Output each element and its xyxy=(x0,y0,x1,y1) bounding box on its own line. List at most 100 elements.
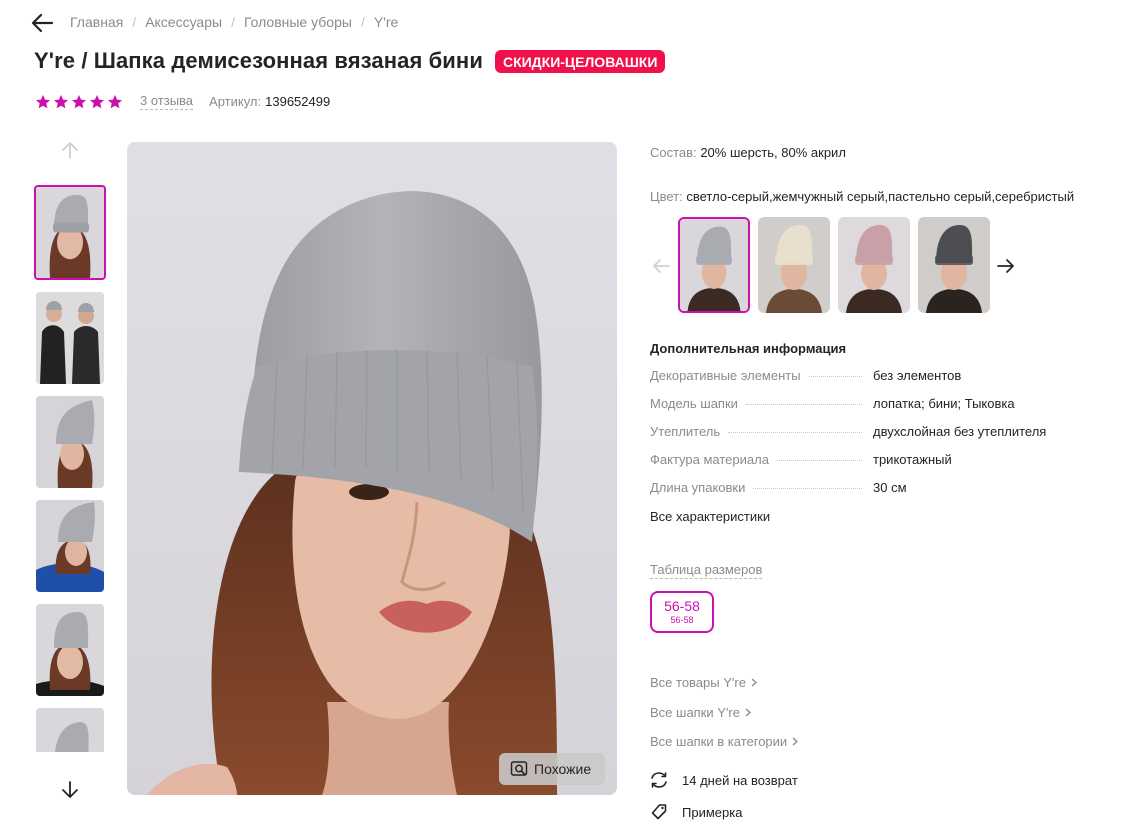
spec-key: Утеплитель xyxy=(650,424,721,439)
color-swatch-dark-grey[interactable] xyxy=(918,217,990,313)
product-photo-image xyxy=(127,142,617,795)
size-table-link[interactable]: Таблица размеров xyxy=(650,562,763,579)
star-icon xyxy=(36,94,50,108)
chevron-right-icon xyxy=(751,678,757,687)
spec-key: Модель шапки xyxy=(650,396,738,411)
star-icon xyxy=(54,94,68,108)
page-title: Y're / Шапка демисезонная вязаная бини xyxy=(34,48,483,73)
return-policy-label: 14 дней на возврат xyxy=(682,772,798,788)
rating-row: 3 отзыва Артикул: 139652499 xyxy=(35,93,330,110)
breadcrumb-item-headwear[interactable]: Головные уборы xyxy=(244,14,352,30)
composition: Состав: 20% шерсть, 80% акрил xyxy=(650,145,846,160)
thumbnail-image xyxy=(36,187,104,278)
thumbnail-2[interactable] xyxy=(36,292,104,384)
title-row: Y're / Шапка демисезонная вязаная бини С… xyxy=(34,48,666,74)
swatch-image xyxy=(838,217,910,313)
link-label: Все шапки Y're xyxy=(650,704,740,720)
dotted-leader xyxy=(808,376,862,377)
thumbnail-6[interactable] xyxy=(36,708,104,752)
color-info: Цвет: светло-серый,жемчужный серый,пасте… xyxy=(650,189,1074,204)
swatch-image xyxy=(680,219,748,311)
thumbnail-5[interactable] xyxy=(36,604,104,696)
dotted-leader xyxy=(728,432,862,433)
color-swatch-light-grey[interactable] xyxy=(678,217,750,313)
dotted-leader xyxy=(745,404,862,405)
all-specs-link[interactable]: Все характеристики xyxy=(650,509,770,524)
article-number: 139652499 xyxy=(265,94,331,109)
rating-stars xyxy=(35,94,123,110)
thumbnail-1[interactable] xyxy=(34,185,106,280)
thumbnail-image xyxy=(36,292,104,384)
star-icon xyxy=(108,94,122,108)
breadcrumb-separator: / xyxy=(360,14,365,30)
dotted-leader xyxy=(753,488,862,489)
size-option-selected[interactable]: 56-58 56-58 xyxy=(650,591,714,633)
chevron-right-icon xyxy=(792,737,799,746)
breadcrumb-separator: / xyxy=(132,14,137,30)
refresh-icon xyxy=(651,772,667,788)
return-policy: 14 дней на возврат xyxy=(650,771,798,789)
all-brand-hats-link[interactable]: Все шапки Y're xyxy=(650,698,798,728)
link-label: Все шапки в категории xyxy=(650,734,788,750)
thumbnail-image xyxy=(36,604,104,696)
thumbnail-list xyxy=(34,185,106,752)
spec-key: Декоративные элементы xyxy=(650,368,801,383)
spec-value: 30 см xyxy=(873,480,907,495)
size-ru-value: 56-58 xyxy=(670,615,694,625)
thumbnail-image xyxy=(36,708,104,752)
similar-button-label: Похожие xyxy=(534,761,592,777)
spec-key: Длина упаковки xyxy=(650,480,746,495)
spec-key: Фактура материала xyxy=(650,452,769,467)
link-label: Все товары Y're xyxy=(650,675,746,691)
thumbnail-image xyxy=(36,396,104,488)
breadcrumb-item-brand[interactable]: Y're xyxy=(374,14,398,30)
breadcrumb-item-accessories[interactable]: Аксессуары xyxy=(145,14,222,30)
size-value: 56-58 xyxy=(664,598,700,614)
tag-icon xyxy=(651,804,667,820)
back-arrow-icon[interactable] xyxy=(30,12,54,34)
swatch-image xyxy=(758,217,830,313)
all-brand-items-link[interactable]: Все товары Y're xyxy=(650,668,798,698)
spec-row: Декоративные элементы без элементов xyxy=(650,368,1120,396)
try-on-label: Примерка xyxy=(682,804,743,820)
arrow-left-icon xyxy=(653,259,670,273)
arrow-down-icon[interactable] xyxy=(60,780,80,800)
image-search-icon xyxy=(510,761,528,776)
composition-value: 20% шерсть, 80% акрил xyxy=(700,145,846,160)
breadcrumb-item-home[interactable]: Главная xyxy=(70,14,123,30)
spec-value: двухслойная без утеплителя xyxy=(873,424,1047,439)
star-icon xyxy=(90,94,104,108)
color-label: Цвет: xyxy=(650,189,683,204)
spec-value: без элементов xyxy=(873,368,962,383)
chevron-right-icon xyxy=(745,708,751,717)
spec-row: Фактура материала трикотажный xyxy=(650,452,1120,480)
color-swatch-cream[interactable] xyxy=(758,217,830,313)
specs-list: Декоративные элементы без элементов Моде… xyxy=(650,368,1120,508)
thumbnail-image xyxy=(36,500,104,592)
try-on: Примерка xyxy=(650,803,742,821)
thumbnail-4[interactable] xyxy=(36,500,104,592)
spec-row: Утеплитель двухслойная без утеплителя xyxy=(650,424,1120,452)
all-category-hats-link[interactable]: Все шапки в категории xyxy=(650,727,799,757)
color-swatch-pink[interactable] xyxy=(838,217,910,313)
composition-label: Состав: xyxy=(650,145,697,160)
spec-row: Модель шапки лопатка; бини; Тыковка xyxy=(650,396,1120,424)
thumbnail-3[interactable] xyxy=(36,396,104,488)
arrow-up-icon xyxy=(62,142,78,159)
reviews-link[interactable]: 3 отзыва xyxy=(140,93,194,110)
breadcrumb: Главная / Аксессуары / Головные уборы / … xyxy=(70,14,398,30)
star-icon xyxy=(72,94,86,108)
spec-value: трикотажный xyxy=(873,452,952,467)
similar-button[interactable]: Похожие xyxy=(499,753,605,785)
main-product-photo[interactable] xyxy=(127,142,617,795)
dotted-leader xyxy=(776,460,862,461)
promo-badge[interactable]: Скидки-Целовашки xyxy=(494,49,666,73)
arrow-right-icon[interactable] xyxy=(995,255,1017,277)
breadcrumb-separator: / xyxy=(231,14,235,30)
color-value: светло-серый,жемчужный серый,пастельно с… xyxy=(686,189,1075,204)
related-links: Все товары Y're Все шапки Y're Все шапки… xyxy=(650,668,799,757)
spec-value: лопатка; бини; Тыковка xyxy=(873,396,1015,411)
swatch-image xyxy=(918,217,990,313)
spec-row: Длина упаковки 30 см xyxy=(650,480,1120,508)
additional-info-title: Дополнительная информация xyxy=(650,341,847,356)
